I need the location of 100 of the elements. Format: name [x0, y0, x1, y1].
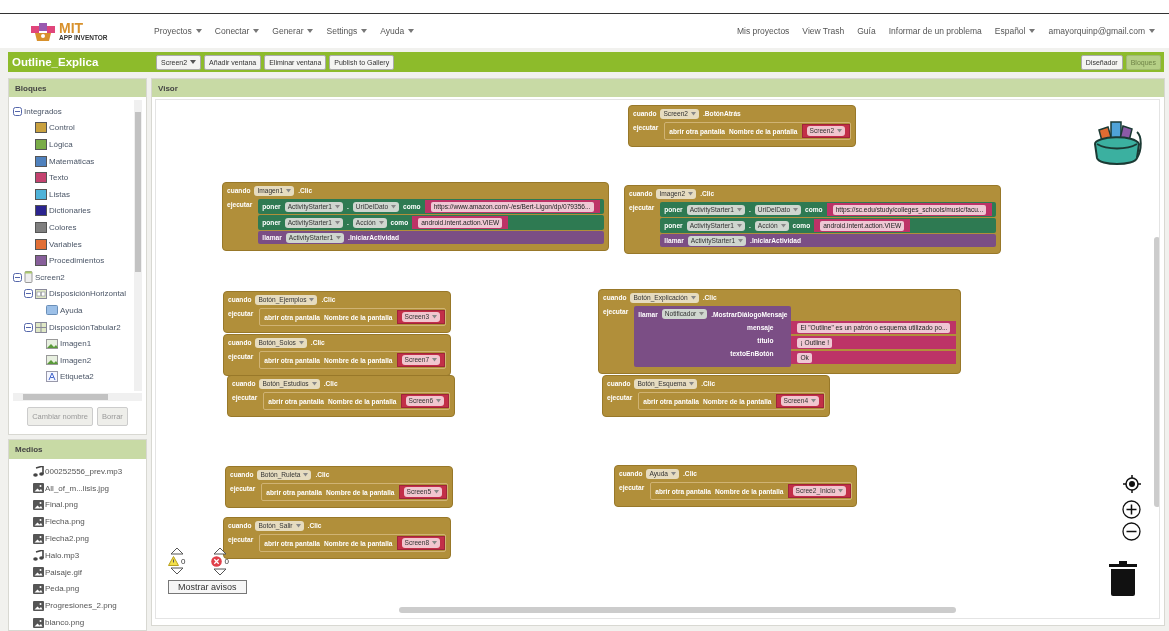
menu-item[interactable]: Informar de un problema: [888, 26, 982, 36]
panel-title: Medios: [9, 440, 146, 459]
caret-icon: [303, 472, 309, 477]
tree-item[interactable]: Texto: [49, 173, 69, 183]
tree-item[interactable]: Imagen2: [60, 355, 92, 365]
menu-item[interactable]: Settings: [326, 26, 368, 36]
image-icon: [33, 567, 44, 578]
tree-item[interactable]: Control: [49, 123, 75, 133]
image-icon: [33, 583, 44, 594]
image-icon: [33, 617, 44, 628]
image-icon: [33, 600, 44, 611]
up-arrow-icon[interactable]: [213, 547, 228, 555]
image-icon: [46, 355, 58, 366]
caret-icon: [334, 220, 340, 225]
tree-item[interactable]: Variables: [49, 239, 82, 249]
tree-item[interactable]: Procedimientos: [49, 256, 105, 266]
caret-icon: [298, 340, 304, 345]
caret-icon: [1149, 29, 1155, 33]
label-icon: [46, 371, 58, 383]
menu-item[interactable]: Español: [994, 26, 1036, 36]
menu-item[interactable]: Mis proyectos: [736, 26, 790, 36]
tree-item[interactable]: Dictionaries: [49, 206, 91, 216]
media-item[interactable]: Progresiones_2.png: [45, 601, 117, 611]
caret-icon: [811, 399, 817, 403]
caret-icon: [738, 238, 744, 243]
caret-icon: [361, 29, 368, 33]
menu-item[interactable]: Guía: [857, 26, 876, 36]
tree-item[interactable]: Imagen1: [60, 339, 92, 349]
tree-item[interactable]: Screen2: [35, 272, 65, 282]
menu-item[interactable]: Ayuda: [380, 26, 415, 36]
caret-icon: [838, 489, 844, 493]
tree-item[interactable]: Integrados: [24, 106, 62, 116]
zoom-in-icon[interactable]: [1122, 500, 1141, 519]
toggle-icon[interactable]: [13, 106, 22, 116]
caret-icon: [671, 471, 677, 476]
image-icon: [33, 483, 44, 494]
music-note-icon: [33, 465, 44, 477]
menu-item[interactable]: View Trash: [802, 26, 845, 36]
tree-item[interactable]: Lógica: [49, 140, 73, 149]
logo-icon[interactable]: [30, 20, 56, 42]
down-arrow-icon[interactable]: [169, 567, 184, 575]
zoom-out-icon[interactable]: [1122, 522, 1141, 541]
phone-icon: [24, 271, 33, 284]
media-item[interactable]: blanco.png: [45, 618, 85, 628]
tree-item[interactable]: Matemáticas: [49, 156, 95, 166]
image-icon: [33, 500, 44, 510]
menu-item[interactable]: Proyectos: [154, 26, 202, 36]
menu-item[interactable]: Generar: [272, 26, 314, 36]
trash-icon[interactable]: [1109, 560, 1137, 596]
toggle-icon[interactable]: [13, 272, 22, 282]
tree-item[interactable]: Listas: [49, 189, 70, 199]
media-item[interactable]: Paisaje.gif: [45, 567, 82, 577]
media-item[interactable]: Final.png: [45, 500, 78, 510]
caret-icon: [408, 29, 415, 33]
caret-icon: [378, 220, 384, 225]
show-warnings-button[interactable]: Mostrar avisos: [168, 580, 247, 594]
caret-icon: [793, 207, 799, 212]
image-icon: [46, 338, 58, 349]
caret-icon: [295, 523, 301, 528]
scrollbar-thumb[interactable]: [1154, 237, 1159, 507]
media-item[interactable]: Halo.mp3: [45, 550, 80, 560]
warning-count: 0: [181, 556, 186, 566]
media-item[interactable]: All_of_m...lisis.jpg: [45, 483, 110, 493]
logo-title: MIT: [59, 20, 84, 35]
toggle-icon[interactable]: [24, 322, 33, 332]
caret-icon: [432, 315, 438, 319]
up-arrow-icon[interactable]: [169, 547, 184, 555]
caret-icon: [691, 111, 696, 116]
down-arrow-icon[interactable]: [213, 568, 228, 576]
caret-icon: [195, 29, 202, 33]
media-item[interactable]: Peda.png: [45, 584, 80, 594]
error-icon: [211, 556, 223, 567]
button-icon: [46, 305, 58, 316]
tree-item[interactable]: DisposiciónHorizontal: [49, 289, 126, 299]
caret-icon: [780, 223, 786, 228]
menu-item[interactable]: amayorquinp@gmail.com: [1048, 26, 1155, 36]
tree-item[interactable]: DisposiciónTabular2: [49, 322, 121, 332]
tree-item[interactable]: Colores: [49, 222, 77, 232]
menu-item[interactable]: Conectar: [214, 26, 260, 36]
caret-icon: [311, 381, 317, 386]
panel-title: Bloques: [9, 79, 146, 97]
caret-icon: [432, 541, 438, 545]
panel-title: Visor: [152, 79, 1164, 97]
caret-icon: [736, 223, 742, 228]
media-item[interactable]: 000252556_prev.mp3: [45, 466, 123, 476]
media-item[interactable]: Flecha2.png: [45, 534, 90, 544]
recenter-icon[interactable]: [1123, 475, 1141, 493]
error-count: 0: [224, 557, 229, 566]
grid-icon: [35, 321, 47, 333]
tree-item[interactable]: Etiqueta2: [60, 372, 94, 382]
caret-icon: [336, 235, 342, 240]
image-icon: [33, 533, 44, 544]
media-item[interactable]: Flecha.png: [45, 517, 85, 527]
caret-icon: [434, 490, 440, 494]
toggle-icon[interactable]: [24, 289, 33, 299]
scrollbar-thumb[interactable]: [399, 607, 956, 613]
caret-icon: [436, 399, 442, 403]
caret-icon: [690, 295, 696, 300]
caret-icon: [307, 29, 314, 33]
tree-item[interactable]: Ayuda: [60, 305, 83, 315]
